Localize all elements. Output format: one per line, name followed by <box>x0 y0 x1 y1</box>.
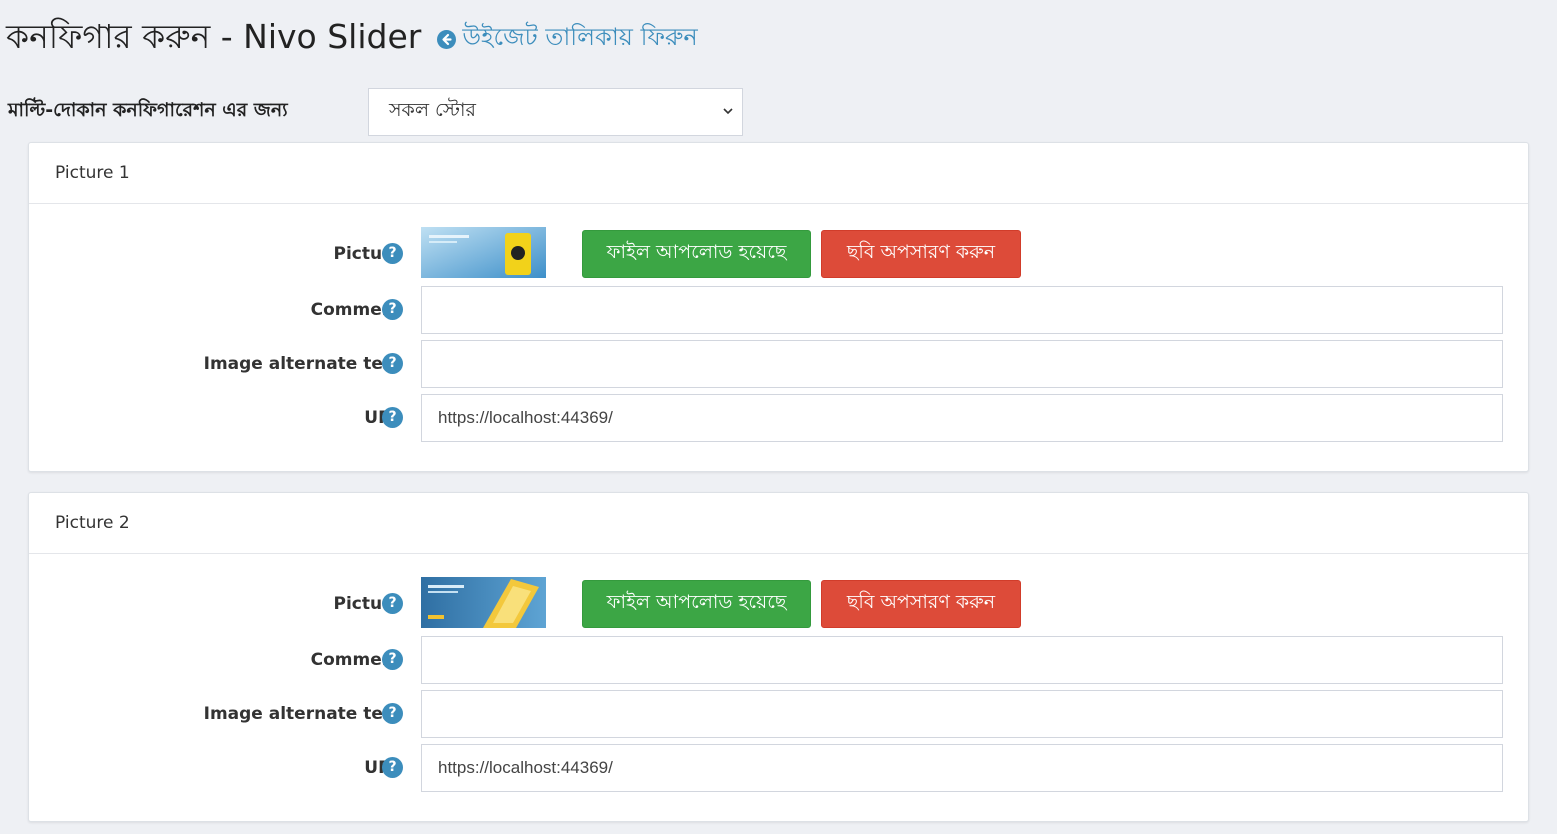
help-icon[interactable]: ? <box>382 703 403 724</box>
remove-picture-button[interactable]: ছবি অপসারণ করুন <box>821 580 1021 628</box>
page-header: কনফিগার করুন - Nivo Slider উইজেট তালিকায… <box>6 14 698 64</box>
picture-card-1: Picture 1 Picture ? ফাইল আপলোড হয়েছে ছব… <box>28 142 1529 472</box>
picture-row: Picture ? ফাইল আপলোড হয়েছে ছবি অপসারণ ক… <box>29 227 1528 278</box>
remove-picture-button[interactable]: ছবি অপসারণ করুন <box>821 230 1021 278</box>
picture-thumbnail <box>421 577 546 628</box>
help-icon[interactable]: ? <box>382 353 403 374</box>
help-icon[interactable]: ? <box>382 407 403 428</box>
back-link-label: উইজেট তালিকায় ফিরুন <box>462 23 698 51</box>
help-icon[interactable]: ? <box>382 299 403 320</box>
comment-row: Comment ? <box>29 286 1528 334</box>
alt-text-label: Image alternate text <box>203 354 402 374</box>
store-scope-value: সকল স্টোর <box>389 99 476 121</box>
file-uploaded-button[interactable]: ফাইল আপলোড হয়েছে <box>582 230 811 278</box>
alt-text-row: Image alternate text ? <box>29 340 1528 388</box>
alt-text-input[interactable] <box>421 690 1503 738</box>
url-input[interactable]: https://localhost:44369/ <box>421 744 1503 792</box>
card-header: Picture 1 <box>29 143 1528 204</box>
url-row: URL ? https://localhost:44369/ <box>29 394 1528 442</box>
back-to-widget-list-link[interactable]: উইজেট তালিকায় ফিরুন <box>437 19 698 59</box>
page-title: কনফিগার করুন - Nivo Slider <box>6 17 422 56</box>
url-input[interactable]: https://localhost:44369/ <box>421 394 1503 442</box>
arrow-circle-left-icon <box>437 29 457 49</box>
help-icon[interactable]: ? <box>382 757 403 778</box>
store-scope-label: মাল্টি-দোকান কনফিগারেশন এর জন্য <box>8 99 288 121</box>
file-uploaded-button[interactable]: ফাইল আপলোড হয়েছে <box>582 580 811 628</box>
store-scope-row: মাল্টি-দোকান কনফিগারেশন এর জন্য সকল স্টো… <box>8 88 743 136</box>
card-header: Picture 2 <box>29 493 1528 554</box>
comment-input[interactable] <box>421 286 1503 334</box>
picture-row: Picture ? ফাইল আপলোড হয়েছে ছবি অপসারণ ক… <box>29 577 1528 628</box>
alt-text-input[interactable] <box>421 340 1503 388</box>
alt-text-label: Image alternate text <box>203 704 402 724</box>
picture-thumbnail <box>421 227 546 278</box>
help-icon[interactable]: ? <box>382 243 403 264</box>
comment-row: Comment ? <box>29 636 1528 684</box>
alt-text-row: Image alternate text ? <box>29 690 1528 738</box>
help-icon[interactable]: ? <box>382 649 403 670</box>
store-scope-select[interactable]: সকল স্টোর <box>368 88 743 136</box>
url-row: URL ? https://localhost:44369/ <box>29 744 1528 792</box>
help-icon[interactable]: ? <box>382 593 403 614</box>
chevron-down-icon <box>723 108 733 115</box>
picture-card-2: Picture 2 Picture ? ফাইল আপলোড হয়েছে ছব… <box>28 492 1529 822</box>
comment-input[interactable] <box>421 636 1503 684</box>
